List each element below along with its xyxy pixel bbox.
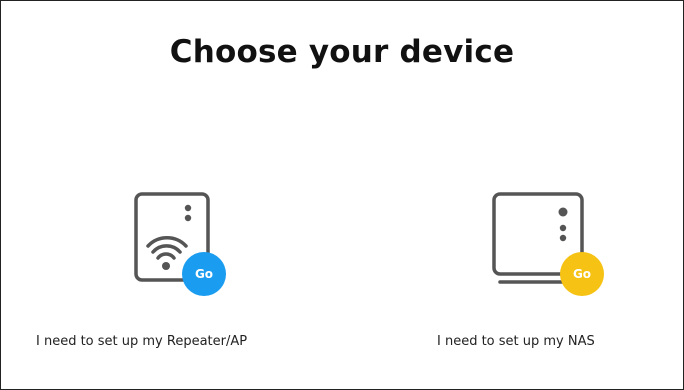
nas-device-option[interactable]: Go [490, 190, 610, 300]
repeater-option-label[interactable]: I need to set up my Repeater/AP [36, 334, 247, 349]
go-button[interactable]: Go [560, 252, 604, 296]
go-button[interactable]: Go [182, 252, 226, 296]
page-title: Choose your device [169, 34, 515, 70]
nas-option-label[interactable]: I need to set up my NAS [437, 334, 595, 349]
repeater-device-option[interactable]: Go [130, 190, 250, 300]
